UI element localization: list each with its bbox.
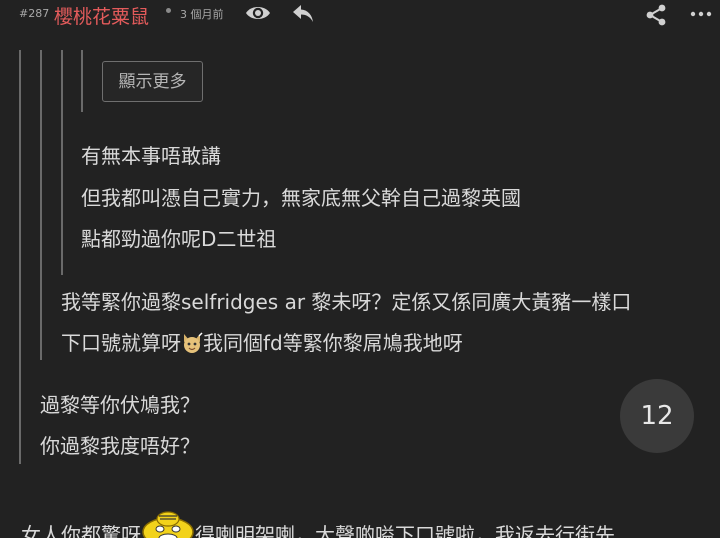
more-icon[interactable] <box>690 9 712 19</box>
quote-bar-level-2 <box>40 50 42 360</box>
quote-2-line-2-end: 我同個fd等緊你黎屌鳩我地呀 <box>203 331 463 355</box>
main-reply-start: 女人你都驚呀 <box>21 523 141 538</box>
quote-1-line-1: 過黎等你伏鳩我？ <box>40 393 200 417</box>
quote-2-line-1: 我等緊你過黎selfridges ar 黎未呀？定係又係同廣大黃豬一樣口 <box>61 290 632 314</box>
eye-icon[interactable] <box>244 3 272 23</box>
reply-icon[interactable] <box>291 2 315 24</box>
quote-bar-level-1 <box>19 50 21 464</box>
cat-emoji <box>184 332 203 353</box>
reply-count-badge[interactable]: 12 <box>620 379 694 453</box>
quote-3-line-3: 點都勁過你呢D二世祖 <box>81 227 277 251</box>
separator-dot <box>166 8 171 13</box>
post-time: 3 個月前 <box>180 8 224 21</box>
quote-1-line-2: 你過黎我度唔好？ <box>40 434 200 458</box>
share-icon[interactable] <box>644 3 668 27</box>
quote-3-line-1: 有無本事唔敢講 <box>81 144 221 168</box>
floor-number: #287 <box>19 7 50 20</box>
quote-bar-level-3 <box>61 50 63 275</box>
quote-bar-level-4 <box>81 50 83 112</box>
quote-3-line-2: 但我都叫憑自己實力，無家底無父幹自己過黎英國 <box>81 186 521 210</box>
username-link[interactable]: 櫻桃花粟鼠 <box>54 2 149 29</box>
post-view: #287 櫻桃花粟鼠 3 個月前 顯示更多 有無本事唔敢講 但我都叫憑自己實力，… <box>0 0 720 538</box>
main-reply-line: 女人你都驚呀 得喇明架喇，大聲啲嗌下口號啦，我返去行街先 <box>21 508 615 538</box>
quote-2-line-2-start: 下口號就算呀 <box>61 331 181 355</box>
quote-2-line-2: 下口號就算呀 我同個fd等緊你黎屌鳩我地呀 <box>61 327 463 356</box>
main-reply-end: 得喇明架喇，大聲啲嗌下口號啦，我返去行街先 <box>195 523 615 538</box>
post-header: #287 櫻桃花粟鼠 3 個月前 <box>0 0 720 30</box>
show-more-button[interactable]: 顯示更多 <box>102 61 203 102</box>
scared-face-emoji <box>142 511 194 538</box>
